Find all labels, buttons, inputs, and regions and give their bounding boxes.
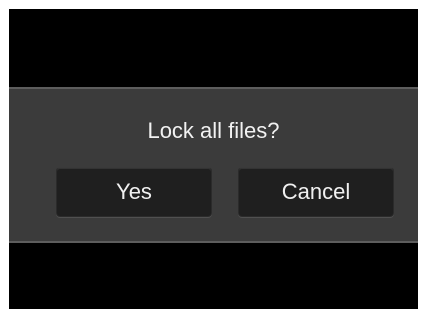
dialog-prompt: Lock all files? xyxy=(147,118,280,143)
lock-confirmation-dialog: Lock all files? Yes Cancel xyxy=(9,87,418,243)
camera-screen: Lock all files? Yes Cancel xyxy=(9,9,418,309)
cancel-button[interactable]: Cancel xyxy=(238,167,394,217)
yes-button[interactable]: Yes xyxy=(56,167,212,217)
